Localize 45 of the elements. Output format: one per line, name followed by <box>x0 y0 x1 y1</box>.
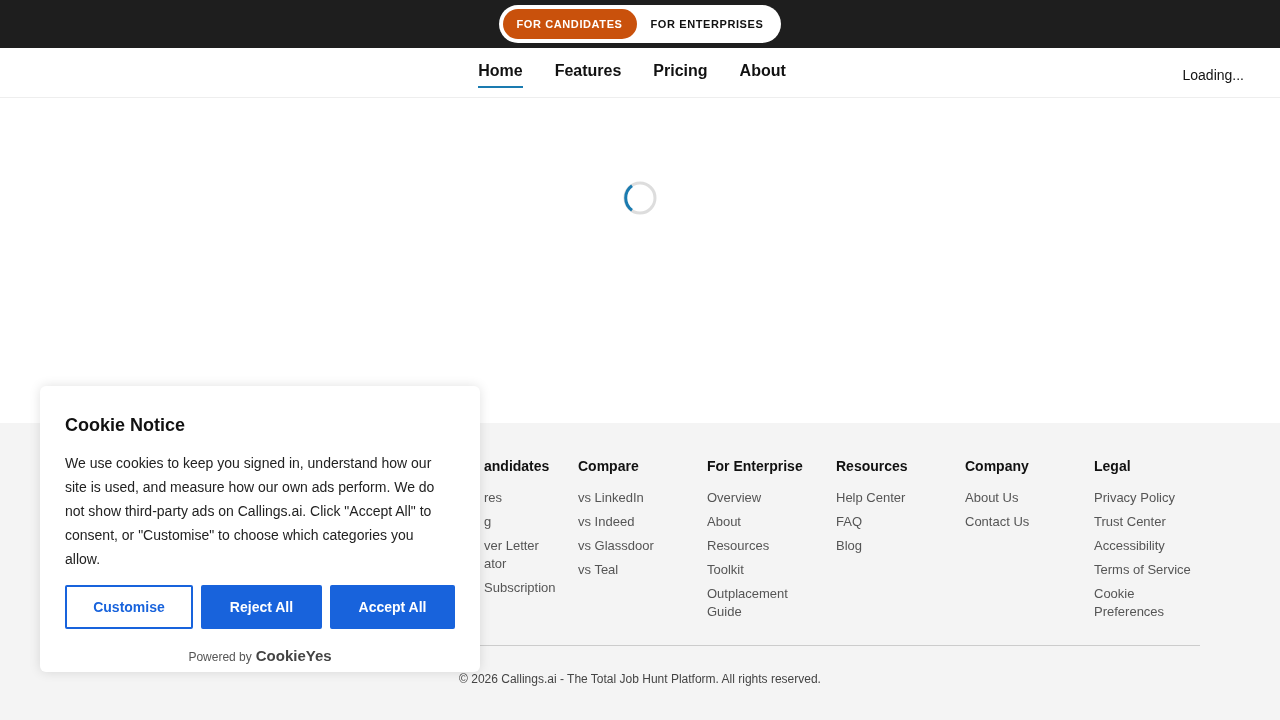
powered-by-text: Powered by <box>188 649 252 666</box>
footer-link[interactable]: vs Teal <box>578 561 688 579</box>
footer-link[interactable]: vs LinkedIn <box>578 489 688 507</box>
footer-heading: Resources <box>836 457 909 476</box>
nav-link[interactable]: Home <box>478 57 523 88</box>
action-button[interactable]: Accept All <box>330 585 455 629</box>
footer-link[interactable]: Blog <box>836 537 946 555</box>
action-button[interactable]: Reject All <box>201 585 322 629</box>
footer-heading: Compare <box>578 457 640 476</box>
footer-link[interactable]: Accessibility <box>1094 537 1204 555</box>
footer-link[interactable]: ver Letter ator <box>484 537 558 573</box>
nav-link[interactable]: Features <box>554 57 622 88</box>
footer-link[interactable]: Trust Center <box>1094 513 1204 531</box>
loading-text: Loading... <box>1182 66 1244 85</box>
copyright-text: © 2026 Callings.ai - The Total Job Hunt Platform. All rights reserved. <box>458 671 822 688</box>
footer-link[interactable]: About Us <box>965 489 1075 507</box>
footer-heading: For Enterprise <box>707 457 804 476</box>
footer-link[interactable]: vs Glassdoor <box>578 537 688 555</box>
footer-link[interactable]: Subscription <box>484 579 558 597</box>
footer-heading: Company <box>965 457 1030 476</box>
dialog-title: Cookie Notice <box>65 414 187 437</box>
footer-link[interactable]: Terms of Service <box>1094 561 1204 579</box>
footer-link[interactable]: Privacy Policy <box>1094 489 1204 507</box>
footer-link[interactable]: vs Indeed <box>578 513 688 531</box>
footer-link[interactable]: Contact Us <box>965 513 1075 531</box>
spinner-icon <box>623 181 657 215</box>
footer-heading: andidates <box>484 457 551 476</box>
footer-link[interactable]: res <box>484 489 558 507</box>
footer-link[interactable]: FAQ <box>836 513 946 531</box>
footer-heading: Legal <box>1094 457 1132 476</box>
customise-button[interactable]: Customise <box>65 585 193 629</box>
footer-link[interactable]: About <box>707 513 817 531</box>
cookie-message: We use cookies to keep you signed in, understand how our site is used, and measure how our own ads perform. We do not show third-party ads on Callings.ai. Click "Accept All" to consent, or "Customise" to choose which categories you allow. <box>65 454 436 569</box>
footer-link[interactable]: Help Center <box>836 489 946 507</box>
footer-link[interactable]: Outplacement Guide <box>707 585 817 621</box>
nav-link[interactable]: Pricing <box>653 57 708 88</box>
footer-link[interactable]: Cookie Preferences <box>1094 585 1204 621</box>
brand-logo: CookieYes <box>255 646 332 666</box>
footer-link[interactable]: g <box>484 513 558 531</box>
footer-link[interactable]: Resources <box>707 537 817 555</box>
audience-tab[interactable]: FOR CANDIDATES <box>502 9 637 39</box>
footer-link[interactable]: Toolkit <box>707 561 817 579</box>
footer-link[interactable]: Overview <box>707 489 817 507</box>
nav-link[interactable]: About <box>739 57 786 88</box>
audience-tab[interactable]: FOR ENTERPRISES <box>636 9 778 39</box>
